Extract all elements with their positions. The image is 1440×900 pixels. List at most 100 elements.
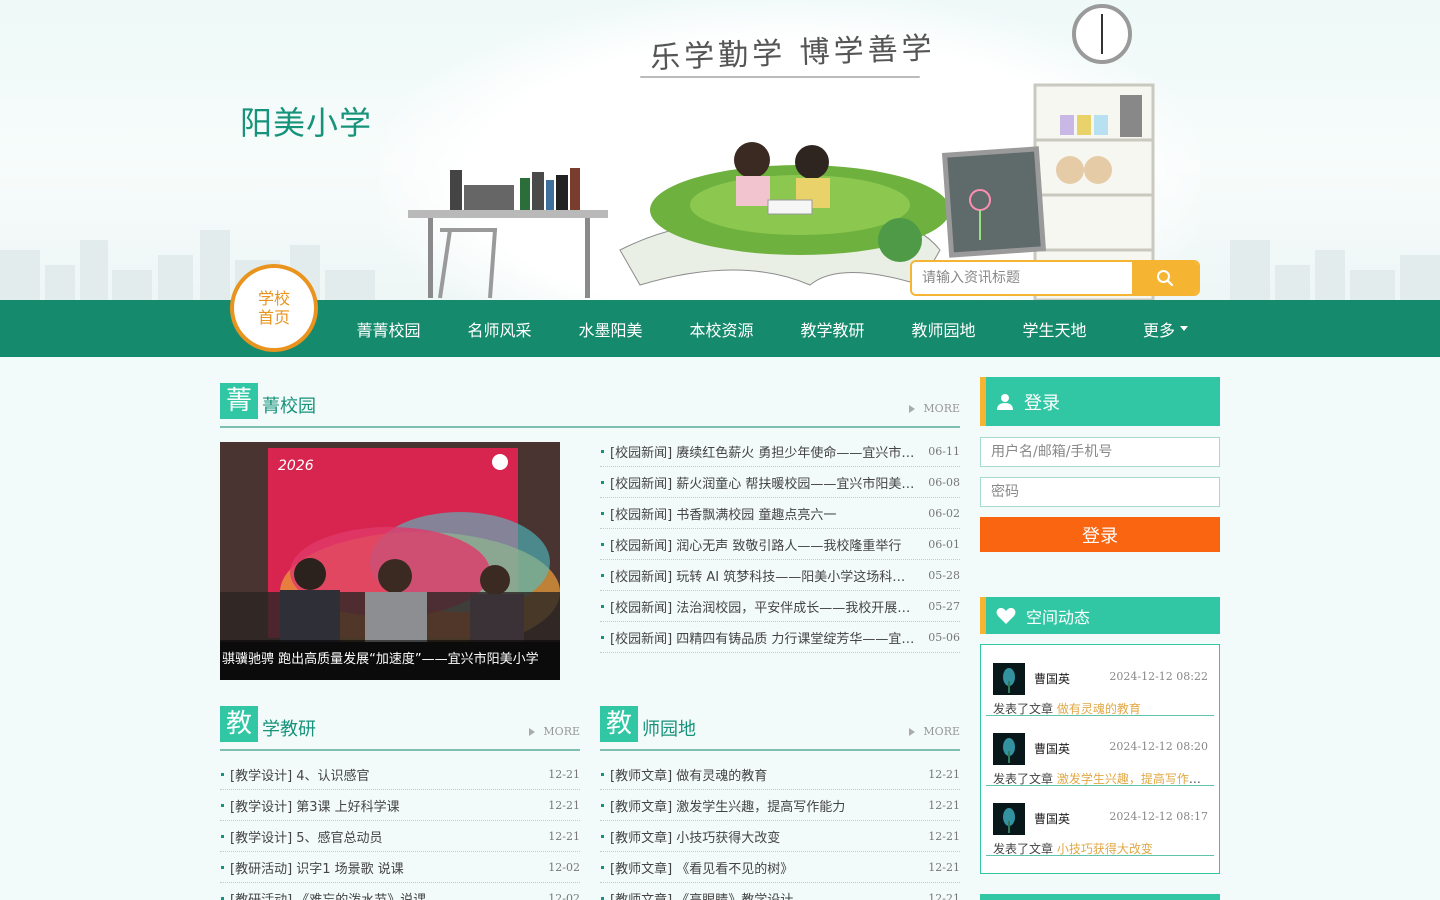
flower-avatar-image	[993, 733, 1025, 765]
nav-item-famous-teachers[interactable]: 名师风采	[444, 300, 555, 357]
nav-item-teaching-research[interactable]: 教学教研	[777, 300, 888, 357]
nav-item-students[interactable]: 学生天地	[999, 300, 1110, 357]
author-name[interactable]: 曹国英	[1034, 740, 1070, 757]
news-title: [校园新闻] 书香飘满校园 童趣点亮六一	[610, 507, 837, 523]
news-title: [教学设计] 4、认识感官	[230, 768, 370, 784]
news-item[interactable]: [教研活动] 识字1 场景歌 说课 12-02	[220, 852, 580, 883]
news-item[interactable]: [教师文章] 小技巧获得大改变 12-21	[600, 821, 960, 852]
nav-items: 菁菁校园 名师风采 水墨阳美 本校资源 教学教研 教师园地 学生天地 更多	[333, 300, 1221, 357]
news-title: [教研活动] 《难忘的泼水节》说课	[230, 892, 427, 900]
news-item[interactable]: [教师文章] 《高眼睛》教学设计 12-21	[600, 883, 960, 900]
section-title: 师园地	[642, 719, 696, 740]
news-item[interactable]: [教师文章] 《看见看不见的树》 12-21	[600, 852, 960, 883]
news-item[interactable]: [教师文章] 做有灵魂的教育 12-21	[600, 759, 960, 790]
more-link[interactable]: MORE	[909, 725, 960, 738]
bullet-icon	[601, 449, 604, 453]
news-date: 06-11	[928, 444, 960, 458]
bullet-icon	[601, 573, 604, 577]
nav-item-ink-yangmei[interactable]: 水墨阳美	[555, 300, 666, 357]
site-title: 阳美小学	[240, 104, 373, 142]
home-label-line2: 首页	[257, 308, 290, 327]
nav-item-label: 本校资源	[689, 320, 754, 340]
nav-item-teacher-garden[interactable]: 教师园地	[888, 300, 999, 357]
news-date: 05-28	[928, 568, 960, 582]
home-button[interactable]: 学校 首页	[230, 264, 318, 352]
news-title: [教师文章] 《高眼睛》教学设计	[610, 892, 794, 900]
password-input[interactable]	[980, 477, 1220, 507]
news-title: [校园新闻] 玩转 AI 筑梦科技——阳美小学这场科技节	[610, 569, 917, 585]
main-nav: 菁菁校园 名师风采 水墨阳美 本校资源 教学教研 教师园地 学生天地 更多	[0, 300, 1440, 357]
news-item[interactable]: [校园新闻] 薪火润童心 帮扶暖校园——宜兴市阳美小学 06-08	[600, 467, 960, 498]
activity-action: 发表了文章	[993, 702, 1054, 716]
article-link[interactable]: 激发学生兴趣，提高写作能力	[1057, 772, 1207, 786]
bullet-icon	[221, 865, 224, 869]
heart-icon	[996, 607, 1016, 624]
news-item[interactable]: [教研活动] 《难忘的泼水节》说课 12-02	[220, 883, 580, 900]
author-name[interactable]: 曹国英	[1034, 670, 1070, 687]
login-panel-header: 登录	[980, 377, 1220, 426]
avatar[interactable]	[993, 803, 1025, 835]
more-label: MORE	[923, 725, 960, 738]
dynamics-panel-title: 空间动态	[1026, 607, 1091, 627]
news-item[interactable]: [教学设计] 第3课 上好科学课 12-21	[220, 790, 580, 821]
news-item[interactable]: [教学设计] 4、认识感官 12-21	[220, 759, 580, 790]
research-news-list: [教学设计] 4、认识感官 12-21 [教学设计] 第3课 上好科学课 12-21…	[220, 759, 580, 900]
bullet-icon	[601, 865, 604, 869]
bullet-icon	[601, 834, 604, 838]
featured-news-photo[interactable]: 2026 骐骥驰骋 跑出高质量发展“加速度”——宜兴市阳美小学	[220, 442, 560, 680]
news-title: [教学设计] 5、感官总动员	[230, 830, 383, 846]
avatar[interactable]	[993, 663, 1025, 695]
news-item[interactable]: [教学设计] 5、感官总动员 12-21	[220, 821, 580, 852]
bullet-icon	[601, 511, 604, 515]
news-item[interactable]: [校园新闻] 玩转 AI 筑梦科技——阳美小学这场科技节 05-28	[600, 560, 960, 591]
news-item[interactable]: [校园新闻] 润心无声 致敬引路人——我校隆重举行 06-01	[600, 529, 960, 560]
nav-item-more[interactable]: 更多	[1110, 300, 1221, 357]
search-input[interactable]	[912, 262, 1132, 294]
news-item[interactable]: [校园新闻] 法治润校园，平安伴成长——我校开展法治教育 05-27	[600, 591, 960, 622]
login-button[interactable]: 登录	[980, 517, 1220, 552]
dynamics-item: 曹国英 2024-12-12 08:17 发表了文章 小技巧获得大改变	[986, 786, 1214, 856]
dynamics-list: 曹国英 2024-12-12 08:22 发表了文章 做有灵魂的教育 曹国英 2…	[980, 644, 1220, 874]
post-time: 2024-12-12 08:22	[1109, 670, 1208, 683]
news-date: 12-02	[548, 860, 580, 874]
news-date: 05-06	[928, 630, 960, 644]
bullet-icon	[601, 772, 604, 776]
triangle-right-icon	[909, 405, 916, 413]
bullet-icon	[221, 896, 224, 900]
article-link[interactable]: 小技巧获得大改变	[1057, 842, 1153, 856]
news-date: 12-21	[928, 829, 960, 843]
news-item[interactable]: [校园新闻] 书香飘满校园 童趣点亮六一 06-02	[600, 498, 960, 529]
triangle-right-icon	[529, 728, 536, 736]
news-date: 12-21	[928, 767, 960, 781]
avatar[interactable]	[993, 733, 1025, 765]
news-title: [校园新闻] 赓续红色薪火 勇担少年使命——宜兴市阳美小学	[610, 445, 916, 461]
bullet-icon	[601, 604, 604, 608]
more-link[interactable]: MORE	[529, 725, 580, 738]
section-badge: 教	[600, 706, 638, 742]
username-input[interactable]	[980, 437, 1220, 467]
teachers-section-header: 教 师园地 MORE	[600, 703, 960, 751]
article-link[interactable]: 做有灵魂的教育	[1057, 702, 1141, 716]
news-item[interactable]: [校园新闻] 赓续红色薪火 勇担少年使命——宜兴市阳美小学 06-11	[600, 436, 960, 467]
more-link[interactable]: MORE	[909, 402, 960, 415]
bullet-icon	[601, 896, 604, 900]
nav-item-campus[interactable]: 菁菁校园	[333, 300, 444, 357]
bullet-icon	[601, 635, 604, 639]
news-title: [校园新闻] 薪火润童心 帮扶暖校园——宜兴市阳美小学	[610, 476, 917, 492]
news-title: [教学设计] 第3课 上好科学课	[230, 799, 400, 815]
search-icon	[1157, 270, 1174, 287]
nav-item-resources[interactable]: 本校资源	[666, 300, 777, 357]
news-title: [教师文章] 激发学生兴趣，提高写作能力	[610, 799, 846, 815]
author-name[interactable]: 曹国英	[1034, 810, 1070, 827]
nav-item-label: 教学教研	[800, 320, 865, 340]
search-button[interactable]	[1132, 262, 1198, 294]
more-label: MORE	[923, 402, 960, 415]
news-item[interactable]: [校园新闻] 四精四有铸品质 力行课堂绽芳华——宜兴市阳美小学 05-06	[600, 622, 960, 653]
post-time: 2024-12-12 08:17	[1109, 810, 1208, 823]
home-label-line1: 学校	[257, 289, 290, 308]
news-date: 12-21	[548, 829, 580, 843]
news-item[interactable]: [教师文章] 激发学生兴趣，提高写作能力 12-21	[600, 790, 960, 821]
next-panel-header	[980, 894, 1220, 900]
post-time: 2024-12-12 08:20	[1109, 740, 1208, 753]
activity-action: 发表了文章	[993, 842, 1054, 856]
